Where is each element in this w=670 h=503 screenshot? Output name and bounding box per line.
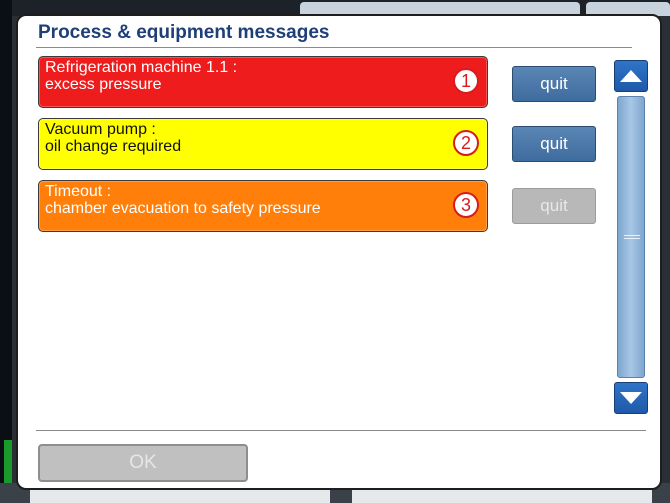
dialog-title: Process & equipment messages [38, 22, 330, 43]
scroll-grip-line [624, 238, 640, 239]
message-title: Vacuum pump : [45, 121, 156, 138]
message-item[interactable]: Timeout : chamber evacuation to safety p… [38, 180, 488, 232]
triangle-down-icon [620, 392, 642, 404]
quit-button-disabled[interactable]: quit [512, 188, 596, 224]
message-item[interactable]: Refrigeration machine 1.1 : excess press… [38, 56, 488, 108]
message-detail: oil change required [45, 138, 182, 155]
message-detail: excess pressure [45, 76, 162, 93]
title-divider [36, 47, 632, 48]
triangle-up-icon [620, 70, 642, 82]
message-detail: chamber evacuation to safety pressure [45, 200, 321, 217]
message-number-badge: 1 [453, 68, 479, 94]
message-item[interactable]: Vacuum pump : oil change required 2 [38, 118, 488, 170]
scrollbar-track[interactable] [617, 96, 645, 378]
quit-button[interactable]: quit [512, 126, 596, 162]
message-number-badge: 2 [453, 130, 479, 156]
scroll-up-button[interactable] [614, 60, 648, 92]
footer-divider [36, 430, 646, 431]
message-number-badge: 3 [453, 192, 479, 218]
ok-button[interactable]: OK [38, 444, 248, 482]
scroll-down-button[interactable] [614, 382, 648, 414]
message-title: Timeout : [45, 183, 112, 200]
quit-button[interactable]: quit [512, 66, 596, 102]
messages-dialog: Process & equipment messages Refrigerati… [16, 14, 662, 490]
message-title: Refrigeration machine 1.1 : [45, 59, 238, 76]
background-left-edge [0, 0, 12, 503]
scroll-grip-line [624, 235, 640, 236]
